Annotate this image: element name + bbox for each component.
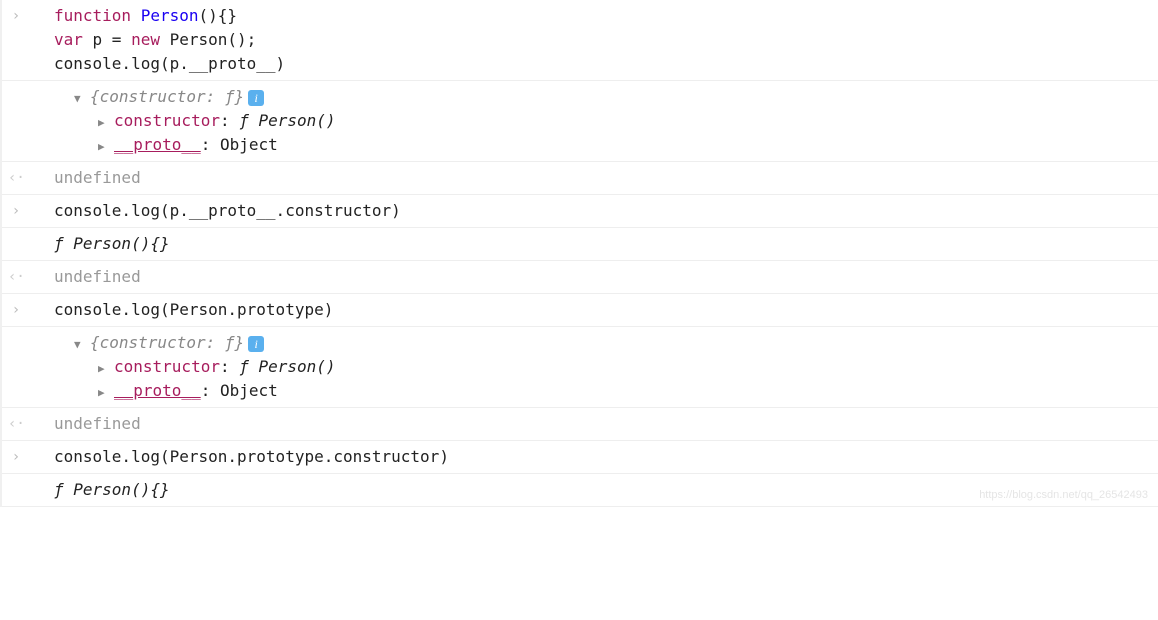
code-token: Person bbox=[141, 6, 199, 25]
code-token: : bbox=[220, 357, 239, 376]
return-value: undefined bbox=[30, 166, 1158, 190]
code-token: console.log(p.__proto__.constructor) bbox=[54, 201, 401, 220]
code-token: {constructor: ƒ} bbox=[90, 87, 244, 106]
return-value: undefined bbox=[30, 265, 1158, 289]
code-line[interactable]: var p = new Person(); bbox=[30, 28, 1158, 52]
console-input-row: ›function Person(){}var p = new Person()… bbox=[2, 0, 1158, 81]
code-line[interactable]: console.log(Person.prototype) bbox=[30, 298, 1158, 322]
object-summary[interactable]: ▼{constructor: ƒ}i bbox=[30, 85, 1158, 109]
object-property[interactable]: ▶__proto__: Object bbox=[30, 379, 1158, 403]
code-token: ƒ Person(){} bbox=[54, 480, 170, 499]
info-badge-icon[interactable]: i bbox=[248, 336, 264, 352]
console-return-row: ‹· undefined bbox=[2, 408, 1158, 441]
output-value[interactable]: ƒ Person(){} bbox=[30, 232, 1158, 256]
watermark-text: https://blog.csdn.net/qq_26542493 bbox=[979, 487, 1148, 504]
code-token: console.log(p.__proto__) bbox=[54, 54, 285, 73]
code-token: : bbox=[220, 111, 239, 130]
code-token: p = bbox=[83, 30, 131, 49]
disclosure-open-icon[interactable]: ▼ bbox=[74, 91, 86, 108]
input-gutter-icon: › bbox=[8, 201, 24, 222]
code-token: {constructor: ƒ} bbox=[90, 333, 244, 352]
console-output-row: ƒ Person(){} bbox=[2, 228, 1158, 261]
code-token: var bbox=[54, 30, 83, 49]
disclosure-closed-icon[interactable]: ▶ bbox=[98, 361, 110, 378]
console-input-row: › console.log(Person.prototype.constructo… bbox=[2, 441, 1158, 474]
return-value: undefined bbox=[30, 412, 1158, 436]
console-input-row: › console.log(Person.prototype) bbox=[2, 294, 1158, 327]
console-input-row: › console.log(p.__proto__.constructor) bbox=[2, 195, 1158, 228]
code-token: console.log(Person.prototype) bbox=[54, 300, 333, 319]
disclosure-closed-icon[interactable]: ▶ bbox=[98, 139, 110, 156]
code-token: __proto__ bbox=[114, 381, 201, 400]
input-gutter-icon: › bbox=[8, 300, 24, 321]
code-token: (){} bbox=[199, 6, 238, 25]
console-return-row: ‹· undefined bbox=[2, 162, 1158, 195]
console-output-row: ▼{constructor: ƒ}i▶constructor: ƒ Person… bbox=[2, 81, 1158, 162]
object-property[interactable]: ▶constructor: ƒ Person() bbox=[30, 355, 1158, 379]
console-output-row: ▼{constructor: ƒ}i▶constructor: ƒ Person… bbox=[2, 327, 1158, 408]
console-return-row: ‹· undefined bbox=[2, 261, 1158, 294]
object-property[interactable]: ▶constructor: ƒ Person() bbox=[30, 109, 1158, 133]
code-token: constructor bbox=[114, 357, 220, 376]
code-token: ƒ Person() bbox=[239, 111, 335, 130]
return-gutter-icon: ‹· bbox=[8, 414, 24, 435]
code-token: ƒ Person() bbox=[239, 357, 335, 376]
disclosure-closed-icon[interactable]: ▶ bbox=[98, 385, 110, 402]
object-property[interactable]: ▶__proto__: Object bbox=[30, 133, 1158, 157]
code-line[interactable]: console.log(p.__proto__) bbox=[30, 52, 1158, 76]
return-gutter-icon: ‹· bbox=[8, 267, 24, 288]
disclosure-closed-icon[interactable]: ▶ bbox=[98, 115, 110, 132]
code-token: constructor bbox=[114, 111, 220, 130]
code-line[interactable]: console.log(Person.prototype.constructor… bbox=[30, 445, 1158, 469]
code-token bbox=[131, 6, 141, 25]
input-gutter-icon: › bbox=[8, 447, 24, 468]
code-token: Person(); bbox=[160, 30, 256, 49]
return-gutter-icon: ‹· bbox=[8, 168, 24, 189]
code-token: function bbox=[54, 6, 131, 25]
console-panel: ›function Person(){}var p = new Person()… bbox=[0, 0, 1158, 507]
code-line[interactable]: function Person(){} bbox=[30, 4, 1158, 28]
disclosure-open-icon[interactable]: ▼ bbox=[74, 337, 86, 354]
code-line[interactable]: console.log(p.__proto__.constructor) bbox=[30, 199, 1158, 223]
input-gutter-icon: › bbox=[8, 6, 24, 27]
code-token: __proto__ bbox=[114, 135, 201, 154]
code-token: : Object bbox=[201, 135, 278, 154]
code-token: ƒ Person(){} bbox=[54, 234, 170, 253]
code-token: new bbox=[131, 30, 160, 49]
code-token: console.log(Person.prototype.constructor… bbox=[54, 447, 449, 466]
object-summary[interactable]: ▼{constructor: ƒ}i bbox=[30, 331, 1158, 355]
info-badge-icon[interactable]: i bbox=[248, 90, 264, 106]
code-token: : Object bbox=[201, 381, 278, 400]
